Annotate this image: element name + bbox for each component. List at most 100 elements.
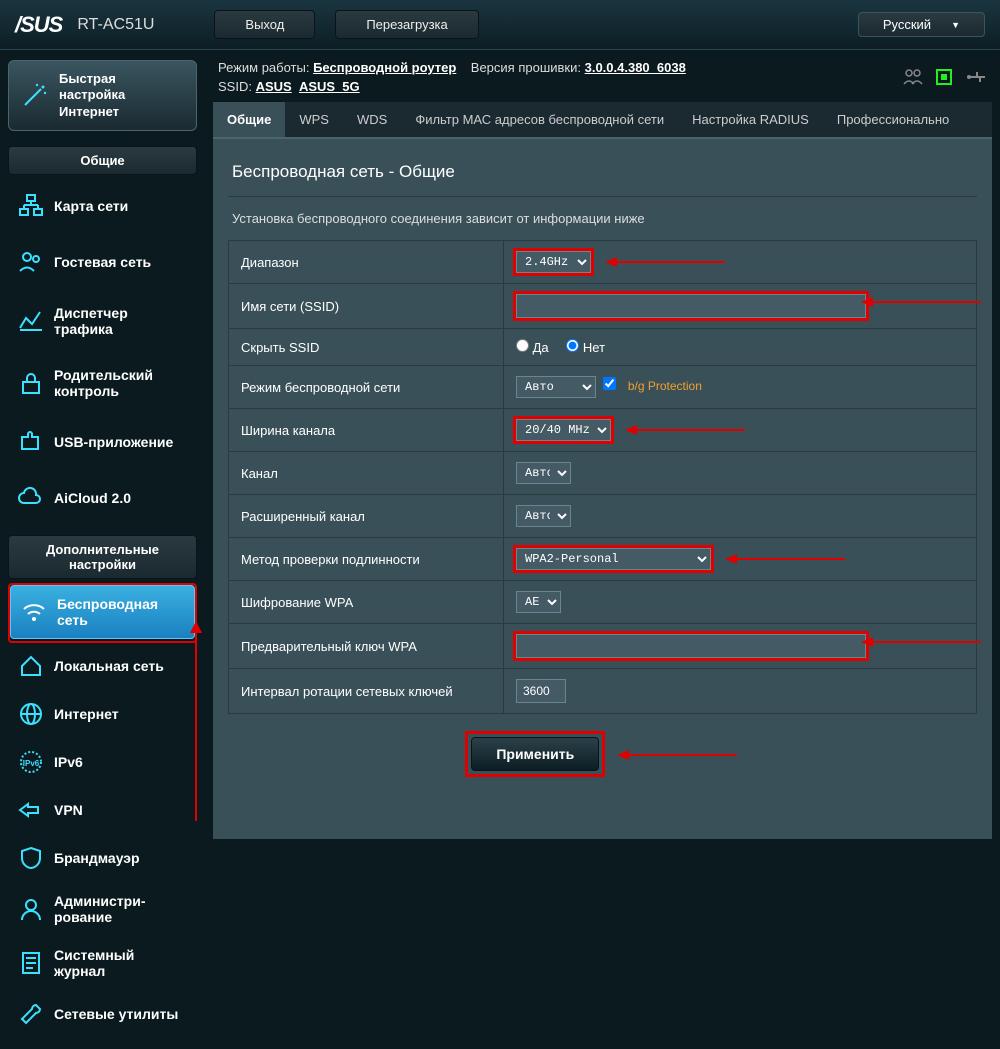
network-map-icon [18, 193, 44, 219]
ssid-input[interactable] [516, 294, 866, 318]
sidebar-item-guest-network[interactable]: Гостевая сеть [8, 235, 197, 289]
sidebar-item-label: Интернет [54, 706, 119, 722]
sidebar-advanced-header: Дополнительные настройки [8, 535, 197, 579]
band-select[interactable]: 2.4GHz [516, 251, 591, 273]
fw-value-link[interactable]: 3.0.0.4.380_6038 [585, 60, 686, 75]
wireless-mode-label: Режим беспроводной сети [229, 366, 504, 409]
annotation-arrow-icon [861, 636, 981, 648]
logout-button[interactable]: Выход [214, 10, 315, 39]
tab-radius[interactable]: Настройка RADIUS [678, 102, 823, 137]
tab-general[interactable]: Общие [213, 102, 285, 137]
ssid-label: SSID: [218, 79, 252, 94]
ssid2-link[interactable]: ASUS_5G [299, 79, 360, 94]
cloud-icon [18, 485, 44, 511]
channel-width-select[interactable]: 20/40 MHz [516, 419, 611, 441]
sidebar-item-parental-control[interactable]: Родительский контроль [8, 353, 197, 413]
sidebar-item-traffic-manager[interactable]: Диспетчер трафика [8, 291, 197, 351]
home-icon [18, 653, 44, 679]
ipv6-icon: IPv6 [18, 749, 44, 775]
sidebar-item-vpn[interactable]: VPN [8, 787, 197, 833]
sidebar-item-ipv6[interactable]: IPv6 IPv6 [8, 739, 197, 785]
shield-icon [18, 845, 44, 871]
annotation-arrow-icon [861, 296, 981, 308]
sidebar-item-label: Локальная сеть [54, 658, 164, 674]
sidebar-item-administration[interactable]: Администри-рование [8, 883, 197, 935]
sidebar-item-label: Диспетчер трафика [54, 305, 187, 337]
mode-value-link[interactable]: Беспроводной роутер [313, 60, 456, 75]
language-select[interactable]: Русский [858, 12, 985, 37]
sidebar-item-label: Системный журнал [54, 947, 187, 979]
apply-button[interactable]: Применить [471, 737, 599, 771]
sidebar-item-label: IPv6 [54, 754, 83, 770]
hide-ssid-yes-radio[interactable] [516, 339, 529, 352]
hide-yes-label: Да [533, 340, 549, 355]
sidebar-item-firewall[interactable]: Брандмауэр [8, 835, 197, 881]
hide-ssid-no-radio[interactable] [566, 339, 579, 352]
usb-icon[interactable] [965, 70, 987, 84]
wpa-psk-input[interactable] [516, 634, 866, 658]
vpn-icon [18, 797, 44, 823]
rekey-interval-input[interactable] [516, 679, 566, 703]
quick-setup-button[interactable]: Быстрая настройка Интернет [8, 60, 197, 131]
sidebar-item-aicloud[interactable]: AiCloud 2.0 [8, 471, 197, 525]
sidebar-item-syslog[interactable]: Системный журнал [8, 937, 197, 989]
ext-channel-label: Расширенный канал [229, 495, 504, 538]
tab-wps[interactable]: WPS [285, 102, 343, 137]
settings-panel: Беспроводная сеть - Общие Установка бесп… [213, 139, 992, 839]
sidebar-item-wireless[interactable]: Беспроводная сеть [10, 585, 195, 639]
brand-logo: /SUS [15, 12, 62, 38]
bg-protection-label: b/g Protection [628, 379, 702, 393]
sidebar-item-lan[interactable]: Локальная сеть [8, 643, 197, 689]
sidebar-item-label: USB-приложение [54, 434, 173, 450]
sidebar-item-label: Гостевая сеть [54, 254, 151, 270]
tools-icon [18, 1001, 44, 1027]
reboot-button[interactable]: Перезагрузка [335, 10, 478, 39]
channel-width-label: Ширина канала [229, 409, 504, 452]
top-header: /SUS RT-AC51U Выход Перезагрузка Русский [0, 0, 1000, 50]
mode-label: Режим работы: [218, 60, 309, 75]
globe-icon [18, 701, 44, 727]
users-icon [18, 249, 44, 275]
sidebar-item-usb-app[interactable]: USB-приложение [8, 415, 197, 469]
lock-icon [18, 370, 44, 396]
rekey-interval-label: Интервал ротации сетевых ключей [229, 669, 504, 714]
ext-channel-select[interactable]: Авто [516, 505, 571, 527]
settings-table: Диапазон 2.4GHz Имя сети (SSID) Скрыть S… [228, 240, 977, 714]
main-content: Режим работы: Беспроводной роутер Версия… [205, 50, 1000, 1049]
sidebar-item-network-tools[interactable]: Сетевые утилиты [8, 991, 197, 1037]
channel-select[interactable]: Авто [516, 462, 571, 484]
tab-professional[interactable]: Профессионально [823, 102, 963, 137]
clients-icon[interactable] [903, 68, 923, 86]
wpa-encryption-label: Шифрование WPA [229, 581, 504, 624]
sidebar-item-label: Беспроводная сеть [57, 596, 184, 628]
panel-description: Установка беспроводного соединения завис… [228, 197, 977, 240]
sidebar-general-header: Общие [8, 146, 197, 175]
sidebar-item-wan[interactable]: Интернет [8, 691, 197, 737]
annotation-arrow-icon [187, 621, 205, 821]
annotation-arrow-icon [617, 749, 737, 761]
sidebar-item-network-map[interactable]: Карта сети [8, 179, 197, 233]
band-label: Диапазон [229, 241, 504, 284]
sidebar: Быстрая настройка Интернет Общие Карта с… [0, 50, 205, 1049]
bg-protection-checkbox[interactable] [603, 377, 616, 390]
tab-mac-filter[interactable]: Фильтр МАС адресов беспроводной сети [401, 102, 678, 137]
auth-method-select[interactable]: WPA2-Personal [516, 548, 711, 570]
sidebar-item-label: Карта сети [54, 198, 128, 214]
info-bar: Режим работы: Беспроводной роутер Версия… [213, 50, 992, 102]
sidebar-item-label: Сетевые утилиты [54, 1006, 178, 1022]
sidebar-item-label: VPN [54, 802, 83, 818]
fw-label: Версия прошивки: [471, 60, 581, 75]
panel-title: Беспроводная сеть - Общие [228, 154, 977, 197]
svg-text:IPv6: IPv6 [23, 759, 40, 768]
auth-method-label: Метод проверки подлинности [229, 538, 504, 581]
tab-wds[interactable]: WDS [343, 102, 401, 137]
wpa-encryption-select[interactable]: AES [516, 591, 561, 613]
sidebar-item-label: AiCloud 2.0 [54, 490, 131, 506]
ssid1-link[interactable]: ASUS [256, 79, 292, 94]
log-icon [18, 950, 44, 976]
puzzle-icon [18, 429, 44, 455]
wireless-mode-select[interactable]: Авто [516, 376, 596, 398]
annotation-arrow-icon [725, 553, 845, 565]
status-icon[interactable] [935, 68, 953, 86]
hide-no-label: Нет [583, 340, 605, 355]
